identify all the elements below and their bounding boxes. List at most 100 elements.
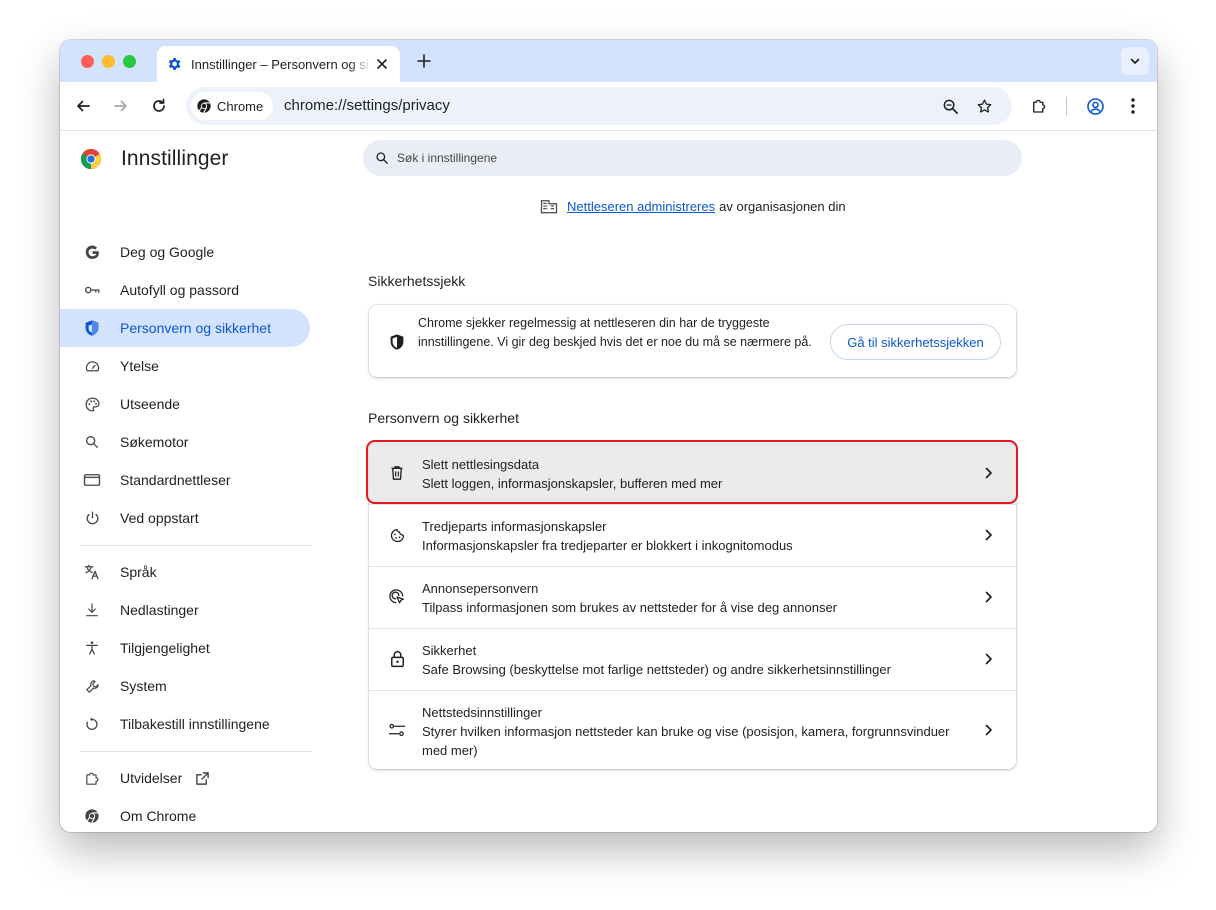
extensions-puzzle-icon[interactable] <box>1025 92 1053 120</box>
row-title: Slett nettlesingsdata <box>422 457 540 472</box>
more-menu-icon[interactable] <box>1119 92 1147 120</box>
tab-search-button[interactable] <box>1121 47 1149 75</box>
sidebar-item-reset[interactable]: Tilbakestill innstillingene <box>60 705 310 743</box>
chevron-right-icon <box>981 722 997 738</box>
building-icon <box>540 198 558 214</box>
maximize-window-button[interactable] <box>123 55 136 68</box>
sidebar-item-appearance[interactable]: Utseende <box>60 385 310 423</box>
gear-icon <box>166 56 182 72</box>
chevron-right-icon <box>981 589 997 605</box>
row-title: Nettstedsinnstillinger <box>422 705 542 720</box>
safety-check-text: Chrome sjekker regelmessig at nettlesere… <box>418 316 812 349</box>
go-to-safety-check-button[interactable]: Gå til sikkerhetssjekken <box>830 324 1001 360</box>
reload-button[interactable] <box>145 92 173 120</box>
row-subtitle: Informasjonskapsler fra tredjeparter er … <box>422 538 793 553</box>
minimize-window-button[interactable] <box>102 55 115 68</box>
settings-page: Innstillinger Deg og Google Autofyll og … <box>60 131 1157 832</box>
speedometer-icon <box>82 356 102 376</box>
settings-search-input[interactable]: Søk i innstillingene <box>363 140 1022 176</box>
sidebar-item-you-and-google[interactable]: Deg og Google <box>60 233 310 271</box>
sidebar-item-label: Nedlastinger <box>120 602 199 618</box>
sidebar-item-on-startup[interactable]: Ved oppstart <box>60 499 310 537</box>
shield-icon <box>387 332 407 352</box>
sidebar-item-label: Deg og Google <box>120 244 215 260</box>
managed-link[interactable]: Nettleseren administreres <box>567 199 715 214</box>
cookie-icon <box>387 525 407 545</box>
chrome-logo-icon <box>80 148 102 170</box>
sidebar-item-label: System <box>120 678 167 694</box>
sidebar-item-system[interactable]: System <box>60 667 310 705</box>
close-tab-icon[interactable] <box>373 55 391 73</box>
bookmark-star-icon[interactable] <box>970 92 998 120</box>
sidebar-item-label: Tilbakestill innstillingene <box>120 716 270 732</box>
chevron-right-icon <box>981 527 997 543</box>
lock-icon <box>387 649 407 669</box>
ad-privacy-row[interactable]: Annonsepersonvern Tilpass informasjonen … <box>369 567 1016 628</box>
sidebar-divider <box>80 751 312 752</box>
row-subtitle: Slett loggen, informasjonskapsler, buffe… <box>422 476 723 491</box>
sidebar-item-downloads[interactable]: Nedlastinger <box>60 591 310 629</box>
sidebar-item-label: Språk <box>120 564 157 580</box>
profile-avatar-icon[interactable] <box>1081 92 1109 120</box>
sidebar-item-label: Autofyll og passord <box>120 282 240 298</box>
managed-text: av organisasjonen din <box>719 198 846 214</box>
sidebar-item-label: Om Chrome <box>120 808 197 824</box>
row-subtitle: Tilpass informasjonen som brukes av nett… <box>422 600 838 615</box>
address-bar[interactable]: Chrome chrome://settings/privacy <box>186 87 1012 125</box>
tab-title: Innstillinger – Personvern og sikkerhet <box>191 56 371 72</box>
chrome-icon <box>82 806 102 826</box>
third-party-cookies-row[interactable]: Tredjeparts informasjonskapsler Informas… <box>369 505 1016 566</box>
ad-privacy-icon <box>387 587 407 607</box>
delete-browsing-data-row[interactable]: Slett nettlesingsdata Slett loggen, info… <box>369 442 1016 504</box>
managed-notice: Nettleseren administreres av organisasjo… <box>540 198 846 214</box>
sidebar-item-privacy[interactable]: Personvern og sikkerhet <box>60 309 310 347</box>
sidebar-item-search-engine[interactable]: Søkemotor <box>60 423 310 461</box>
browser-window-icon <box>82 470 102 490</box>
google-icon <box>82 242 102 262</box>
search-icon <box>375 151 389 165</box>
sidebar-item-label: Ved oppstart <box>120 510 199 526</box>
back-button[interactable] <box>69 92 97 120</box>
chevron-right-icon <box>981 465 997 481</box>
zoom-icon[interactable] <box>936 92 964 120</box>
sidebar-item-label: Søkemotor <box>120 434 189 450</box>
toolbar: Chrome chrome://settings/privacy <box>60 82 1157 131</box>
trash-icon <box>387 463 407 483</box>
download-icon <box>82 600 102 620</box>
shield-icon <box>82 318 102 338</box>
close-window-button[interactable] <box>81 55 94 68</box>
row-title: Annonsepersonvern <box>422 581 539 596</box>
search-placeholder: Søk i innstillingene <box>397 151 498 165</box>
sidebar-divider <box>80 545 312 546</box>
row-subtitle: Styrer hvilken informasjon nettsteder ka… <box>422 724 950 758</box>
reset-icon <box>82 714 102 734</box>
site-settings-row[interactable]: Nettstedsinnstillinger Styrer hvilken in… <box>369 691 1016 769</box>
sidebar-item-label: Tilgjengelighet <box>120 640 210 656</box>
key-icon <box>82 280 102 300</box>
browser-window: Innstillinger – Personvern og sikkerhet <box>60 40 1157 832</box>
security-row[interactable]: Sikkerhet Safe Browsing (beskyttelse mot… <box>369 629 1016 690</box>
page-title: Innstillinger <box>121 147 229 170</box>
sidebar-item-about-chrome[interactable]: Om Chrome <box>60 797 310 832</box>
privacy-heading: Personvern og sikkerhet <box>368 410 519 426</box>
sidebar-item-extensions[interactable]: Utvidelser <box>60 759 310 797</box>
row-title: Sikkerhet <box>422 643 477 658</box>
sidebar-item-accessibility[interactable]: Tilgjengelighet <box>60 629 310 667</box>
chrome-icon <box>196 98 212 114</box>
new-tab-button[interactable] <box>414 51 434 71</box>
sidebar-item-languages[interactable]: Språk <box>60 553 310 591</box>
url-text[interactable]: chrome://settings/privacy <box>284 97 450 114</box>
sidebar-item-label: Personvern og sikkerhet <box>120 320 271 336</box>
search-icon <box>82 432 102 452</box>
chevron-right-icon <box>981 651 997 667</box>
sidebar-item-autofill[interactable]: Autofyll og passord <box>60 271 310 309</box>
forward-button[interactable] <box>107 92 135 120</box>
site-info-chip[interactable]: Chrome <box>191 92 273 120</box>
sidebar-item-default-browser[interactable]: Standardnettleser <box>60 461 310 499</box>
safety-check-heading: Sikkerhetssjekk <box>368 273 466 289</box>
accessibility-icon <box>82 638 102 658</box>
row-subtitle: Safe Browsing (beskyttelse mot farlige n… <box>422 662 891 677</box>
tab-settings[interactable]: Innstillinger – Personvern og sikkerhet <box>157 46 400 82</box>
palette-icon <box>82 394 102 414</box>
sidebar-item-performance[interactable]: Ytelse <box>60 347 310 385</box>
